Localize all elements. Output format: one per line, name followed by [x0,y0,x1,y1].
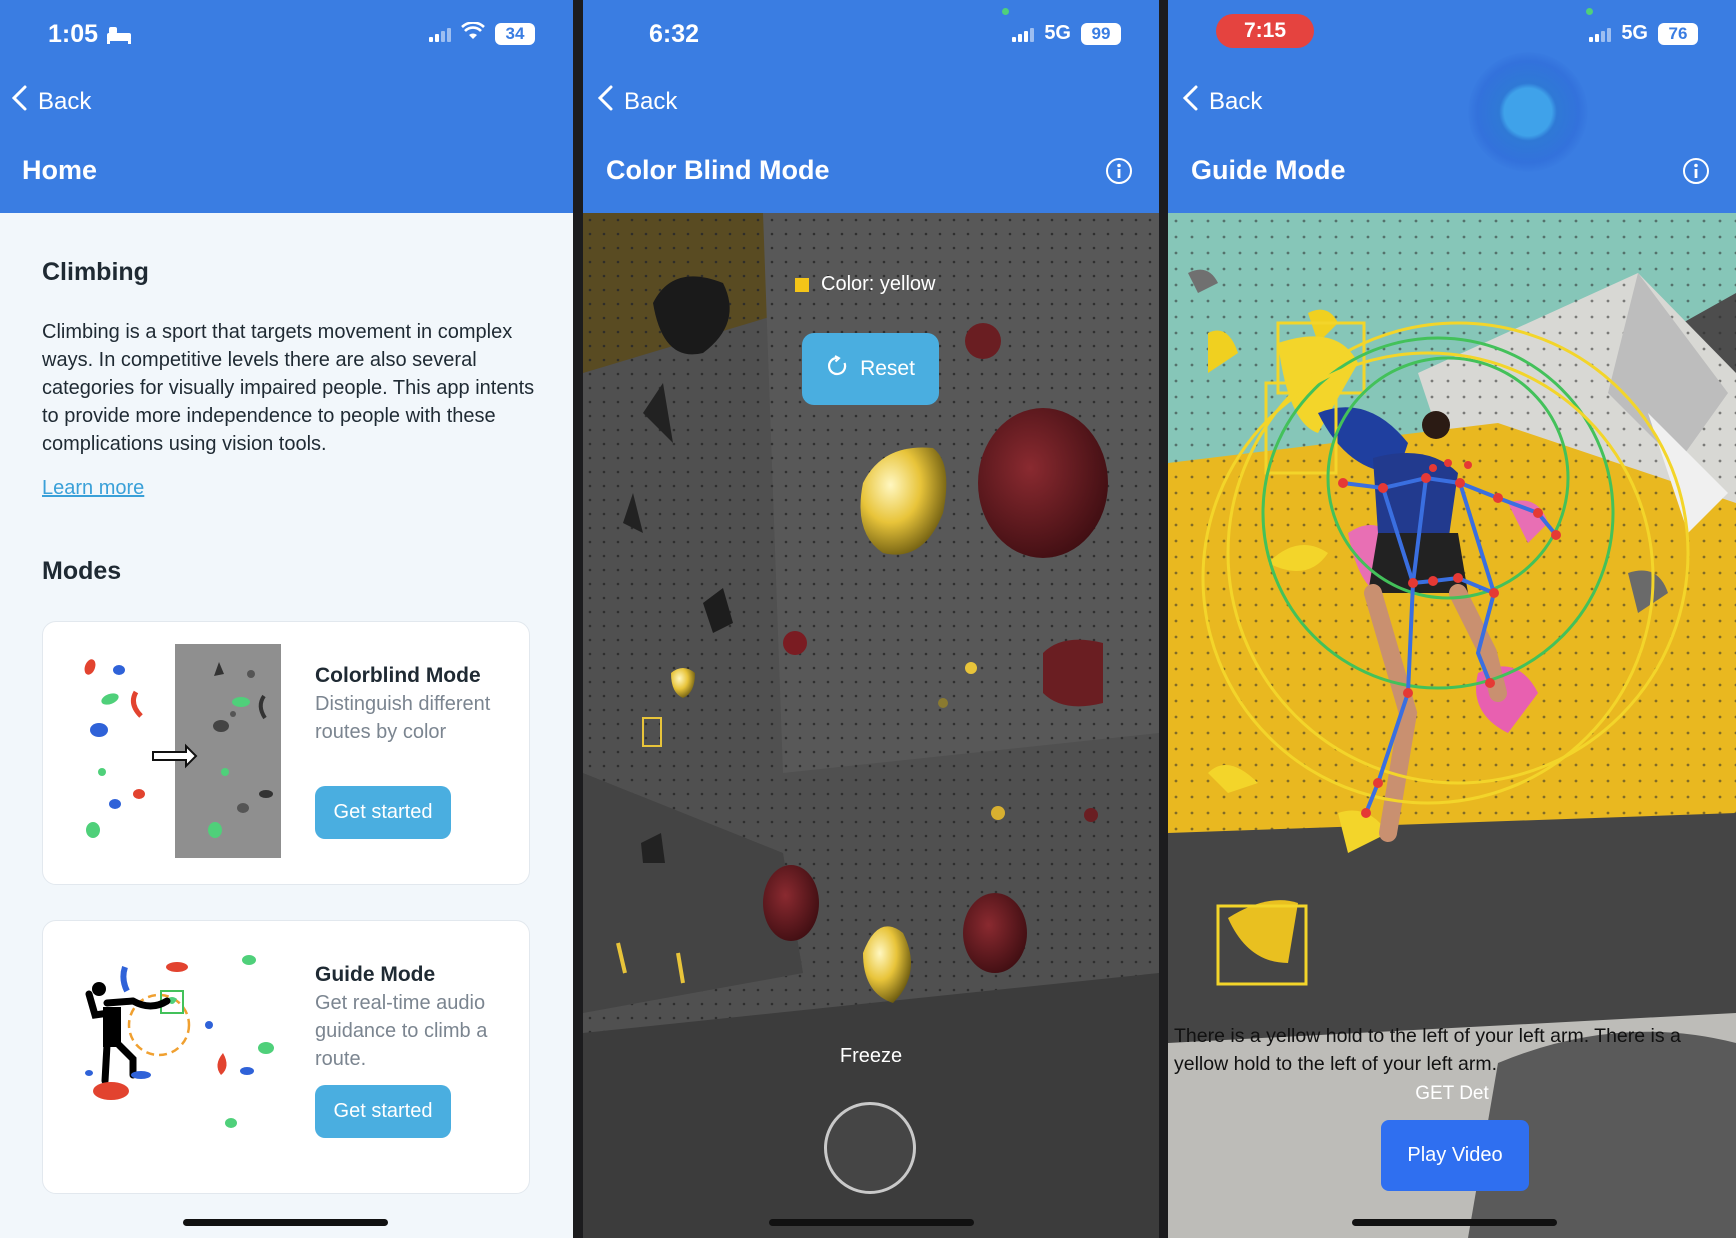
colorblind-screen: 6:32 5G 99 Back Color Blind Mode Color: … [583,0,1159,1238]
header: 7:15 5G 76 Back Guide Mode [1168,0,1736,213]
guidance-text: There is a yellow hold to the left of yo… [1174,1025,1681,1075]
modes-title: Modes [42,557,122,585]
siri-orb-icon [1468,52,1588,172]
page-title: Home [22,155,98,185]
learn-more-link[interactable]: Learn more [42,477,144,500]
colorblind-get-started-button[interactable]: Get started [315,786,451,839]
sleep-mode-icon [105,24,133,49]
status-icons: 5G 99 [1012,22,1121,45]
colorblind-illustration [81,644,281,864]
detected-color-label: Color: yellow [795,273,935,296]
privacy-dot [1586,8,1593,15]
signal-icon [1012,26,1035,42]
home-screen: 1:05 34 Back Home Climbing Climbing is a… [0,0,573,1238]
chevron-left-icon [596,84,614,119]
chevron-left-icon [1181,84,1199,119]
description-text: Climbing is a sport that targets movemen… [42,321,535,455]
home-indicator[interactable] [183,1219,388,1226]
header: 6:32 5G 99 Back Color Blind Mode [583,0,1159,213]
privacy-dot [1002,8,1009,15]
back-label: Back [38,87,92,115]
back-button[interactable]: Back [10,84,91,119]
battery-icon: 34 [495,23,535,45]
freeze-label: Freeze [839,1045,903,1067]
status-icons: 5G 76 [1589,22,1698,45]
guide-mode-description: Get real-time audio guidance to climb a … [315,992,488,1070]
back-button[interactable]: Back [596,84,677,119]
wifi-icon [461,21,485,46]
back-label: Back [624,87,678,115]
guide-mode-title: Guide Mode [315,963,436,986]
status-icons: 34 [429,21,535,46]
header: 1:05 34 Back Home [0,0,573,213]
status-time: 6:32 [649,20,700,48]
home-indicator[interactable] [769,1219,974,1226]
battery-icon: 99 [1081,22,1121,45]
refresh-icon [826,355,848,383]
guide-get-started-button[interactable]: Get started [315,1085,451,1138]
page-title: Guide Mode [1191,155,1346,185]
info-icon[interactable] [1682,157,1710,185]
back-button[interactable]: Back [1181,84,1262,119]
battery-icon: 76 [1658,22,1698,45]
colorblind-mode-card[interactable]: Colorblind Mode Distinguish different ro… [42,621,530,885]
signal-icon [429,26,451,42]
page-title: Color Blind Mode [606,155,830,185]
guide-mode-card[interactable]: Guide Mode Get real-time audio guidance … [42,920,530,1194]
signal-icon [1589,26,1612,42]
back-label: Back [1209,87,1263,115]
status-time: 7:15 [1216,14,1314,48]
color-swatch [795,277,809,292]
reset-label: Reset [860,357,915,380]
freeze-button[interactable] [824,1102,916,1194]
play-video-button[interactable]: Play Video [1381,1120,1529,1191]
status-time: 1:05 [48,20,99,48]
chevron-left-icon [10,84,28,119]
info-icon[interactable] [1105,157,1133,185]
network-label: 5G [1044,22,1071,44]
debug-label: GET Det [1415,1083,1489,1104]
section-title: Climbing [42,258,149,286]
reset-button[interactable]: Reset [802,333,939,405]
colorblind-mode-title: Colorblind Mode [315,664,481,687]
guide-screen: 7:15 5G 76 Back Guide Mode There is a ye… [1168,0,1736,1238]
colorblind-mode-description: Distinguish different routes by color [315,693,491,743]
home-indicator[interactable] [1352,1219,1557,1226]
guide-illustration [81,949,281,1169]
color-label-text: Color: yellow [821,273,936,295]
network-label: 5G [1621,22,1648,44]
